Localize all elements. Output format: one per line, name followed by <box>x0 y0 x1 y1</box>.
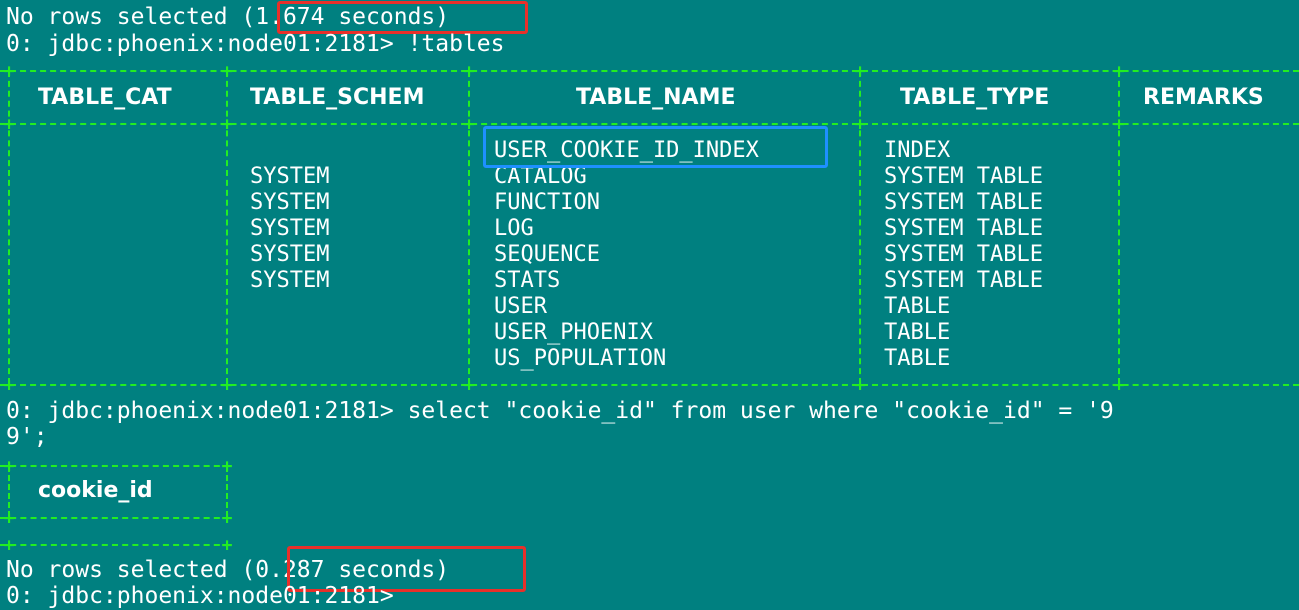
prompt-select-command-wrap: 9'; <box>6 424 48 450</box>
cell-table-type: SYSTEM TABLE <box>884 268 1043 293</box>
cell-table-type: SYSTEM TABLE <box>884 216 1043 241</box>
grid-corner: + <box>3 508 15 529</box>
column-header-table-type: TABLE_TYPE <box>900 85 1050 110</box>
cell-table-schem: SYSTEM <box>250 268 330 293</box>
result-top-border <box>0 465 230 467</box>
column-header-table-cat: TABLE_CAT <box>38 85 172 110</box>
cell-table-name: SEQUENCE <box>494 242 600 267</box>
cell-table-schem: SYSTEM <box>250 164 330 189</box>
cell-table-name: STATS <box>494 268 561 293</box>
grid-corner: + <box>463 375 475 396</box>
table-bottom-border <box>0 384 1299 386</box>
column-header-table-schem: TABLE_SCHEM <box>250 85 425 110</box>
grid-corner: + <box>463 61 475 82</box>
status-prefix: No rows selected <box>6 557 242 583</box>
prompt-select-command: 0: jdbc:phoenix:node01:2181> select "coo… <box>6 398 1114 424</box>
grid-corner: + <box>463 114 475 135</box>
column-header-cookie-id: cookie_id <box>38 478 153 503</box>
table-header-separator <box>0 123 1299 125</box>
status-prefix: No rows selected <box>6 4 242 30</box>
cell-table-schem: SYSTEM <box>250 216 330 241</box>
prompt-final[interactable]: 0: jdbc:phoenix:node01:2181> <box>6 583 394 609</box>
grid-corner: + <box>221 508 233 529</box>
cell-table-type: INDEX <box>884 138 951 163</box>
grid-corner: + <box>3 456 15 477</box>
grid-corner: + <box>221 114 233 135</box>
grid-corner: + <box>1113 375 1125 396</box>
highlight-box-index-name <box>483 126 828 168</box>
grid-corner: + <box>3 114 15 135</box>
cell-table-name: FUNCTION <box>494 190 600 215</box>
column-header-remarks: REMARKS <box>1143 85 1264 110</box>
cell-table-type: SYSTEM TABLE <box>884 190 1043 215</box>
grid-corner: + <box>3 375 15 396</box>
prompt-tables-command: 0: jdbc:phoenix:node01:2181> !tables <box>6 31 505 57</box>
cell-table-type: SYSTEM TABLE <box>884 242 1043 267</box>
result-bottom-border <box>0 544 230 546</box>
grid-corner: + <box>854 61 866 82</box>
grid-corner: + <box>1113 114 1125 135</box>
cell-table-type: TABLE <box>884 320 951 345</box>
grid-corner: + <box>1113 61 1125 82</box>
cell-table-name: USER <box>494 294 547 319</box>
grid-corner: + <box>221 456 233 477</box>
cell-table-name: USER_PHOENIX <box>494 320 653 345</box>
grid-corner: + <box>3 535 15 556</box>
result-header-separator <box>0 517 230 519</box>
grid-corner: + <box>221 375 233 396</box>
highlight-box-first-time <box>277 1 528 34</box>
table-top-border <box>0 70 1299 72</box>
terminal-window[interactable]: No rows selected (1.674 seconds) 0: jdbc… <box>0 0 1299 610</box>
cell-table-type: TABLE <box>884 346 951 371</box>
cell-table-type: SYSTEM TABLE <box>884 164 1043 189</box>
cell-table-type: TABLE <box>884 294 951 319</box>
cell-table-schem: SYSTEM <box>250 242 330 267</box>
column-header-table-name: TABLE_NAME <box>576 85 736 110</box>
grid-corner: + <box>221 535 233 556</box>
cell-table-name: LOG <box>494 216 534 241</box>
grid-corner: + <box>854 114 866 135</box>
grid-corner: + <box>3 61 15 82</box>
cell-table-schem: SYSTEM <box>250 190 330 215</box>
cell-table-name: US_POPULATION <box>494 346 667 371</box>
grid-corner: + <box>854 375 866 396</box>
grid-corner: + <box>221 61 233 82</box>
